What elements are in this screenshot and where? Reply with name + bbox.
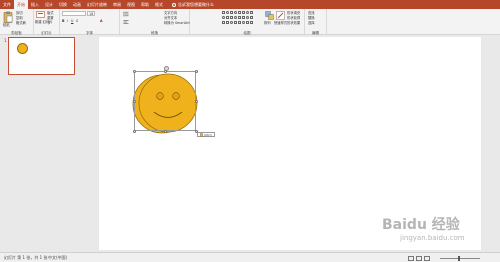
format-painter-button[interactable]: 格式刷 [16, 21, 26, 25]
align-text-button[interactable]: 对齐文本 [164, 16, 177, 20]
align-left-icon[interactable] [123, 19, 129, 25]
tab-insert[interactable]: 插入 [28, 0, 42, 9]
shape-outline-button[interactable]: 形状轮廓 [287, 16, 300, 20]
quick-styles-icon[interactable] [276, 11, 285, 20]
language-status[interactable]: 中文(中国) [48, 255, 67, 261]
new-slide-icon[interactable] [36, 11, 45, 19]
font-group-label: 字体 [86, 31, 93, 35]
paragraph-group-label: 段落 [151, 31, 158, 35]
paragraph-group: 文字方向 对齐文本 转换为 SmartArt 段落 [120, 9, 190, 35]
clipboard-group: 粘贴 剪切 复制 格式刷 剪贴板 [0, 9, 34, 35]
editing-group: 查找 替换 选择 编辑 [305, 9, 327, 35]
shapes-gallery[interactable] [222, 11, 262, 27]
paste-options-label: (Ctrl) [204, 132, 212, 137]
ribbon-tab-bar: 文件 开始 插入 设计 切换 动画 幻灯片放映 审阅 视图 帮助 格式 告诉我您… [0, 0, 500, 9]
status-bar: 幻灯片 第 1 张，共 1 张 中文(中国) [0, 252, 500, 262]
section-button[interactable]: 节 [47, 21, 50, 25]
zoom-slider-knob[interactable] [458, 255, 460, 261]
drawing-group: 排列 快速样式 形状填充 形状轮廓 形状效果 绘图 [190, 9, 305, 35]
font-name-select[interactable] [62, 11, 86, 16]
resize-handle-sw[interactable] [132, 129, 136, 133]
ribbon: 粘贴 剪切 复制 格式刷 剪贴板 新建 幻灯片 版式 重置 节 幻灯片 18 B… [0, 9, 500, 35]
font-size-select[interactable]: 18 [87, 11, 95, 16]
slide-sorter-button[interactable] [416, 255, 422, 261]
search-icon [172, 2, 176, 7]
tab-format[interactable]: 格式 [152, 0, 166, 9]
tab-home[interactable]: 开始 [14, 0, 28, 9]
clipboard-group-label: 剪贴板 [11, 31, 22, 35]
shape-fill-button[interactable]: 形状填充 [287, 11, 300, 15]
watermark-brand: Baidu 经验 [382, 217, 460, 233]
font-group: 18 B I U S A 字体 [60, 9, 120, 35]
arrange-label[interactable]: 排列 [264, 21, 271, 25]
clipboard-icon [200, 132, 203, 137]
quick-styles-label[interactable]: 快速样式 [274, 21, 287, 25]
replace-button[interactable]: 替换 [308, 16, 315, 20]
copy-button[interactable]: 复制 [16, 16, 23, 20]
paste-options-button[interactable]: (Ctrl) [197, 132, 215, 137]
tab-review[interactable]: 审阅 [110, 0, 124, 9]
tab-animations[interactable]: 动画 [70, 0, 84, 9]
tab-design[interactable]: 设计 [42, 0, 56, 9]
zoom-slider[interactable] [440, 257, 480, 259]
tab-slideshow[interactable]: 幻灯片放映 [84, 0, 110, 9]
tab-help[interactable]: 帮助 [138, 0, 152, 9]
thumbnail-smiley [17, 43, 28, 54]
text-direction-button[interactable]: 文字方向 [164, 11, 177, 15]
strikethrough-button[interactable]: S [76, 19, 78, 23]
cut-button[interactable]: 剪切 [16, 11, 23, 15]
resize-handle-ne[interactable] [194, 69, 198, 73]
find-button[interactable]: 查找 [308, 11, 315, 15]
slide-thumbnail[interactable] [8, 37, 75, 75]
resize-handle-e[interactable] [194, 99, 198, 103]
resize-handle-s[interactable] [163, 129, 167, 133]
selection-box [134, 71, 196, 131]
shape-effects-button[interactable]: 形状效果 [287, 21, 300, 25]
slide-count-status: 幻灯片 第 1 张，共 1 张 [4, 255, 48, 260]
bullets-icon[interactable] [123, 11, 129, 17]
paste-icon[interactable] [3, 11, 13, 23]
resize-handle-n[interactable] [163, 69, 167, 73]
select-button[interactable]: 选择 [308, 21, 315, 25]
layout-button[interactable]: 版式 [47, 11, 54, 15]
smartart-button[interactable]: 转换为 SmartArt [164, 21, 190, 25]
bold-button[interactable]: B [62, 19, 65, 23]
tell-me-box[interactable]: 告诉我您想要做什么 [172, 2, 214, 8]
resize-handle-nw[interactable] [132, 69, 136, 73]
resize-handle-w[interactable] [132, 99, 136, 103]
arrange-icon[interactable] [265, 11, 274, 20]
font-color-button[interactable]: A [100, 19, 103, 23]
watermark-url: jingyan.baidu.com [400, 234, 465, 242]
italic-button[interactable]: I [67, 19, 68, 23]
tab-file[interactable]: 文件 [0, 0, 14, 9]
paste-label[interactable]: 粘贴 [3, 23, 10, 27]
normal-view-button[interactable] [408, 255, 414, 261]
watermark: Baidu 经验 jingyan.baidu.com [372, 212, 482, 252]
underline-button[interactable]: U [71, 19, 73, 23]
tab-view[interactable]: 视图 [124, 0, 138, 9]
slides-group: 新建 幻灯片 版式 重置 节 幻灯片 [34, 9, 60, 35]
slides-group-label: 幻灯片 [41, 31, 52, 35]
thumbnail-number: 1 [4, 38, 7, 43]
tell-me-text: 告诉我您想要做什么 [178, 1, 214, 7]
tab-transitions[interactable]: 切换 [56, 0, 70, 9]
reset-button[interactable]: 重置 [47, 16, 54, 20]
editing-group-label: 编辑 [312, 31, 319, 35]
reading-view-button[interactable] [424, 255, 430, 261]
drawing-group-label: 绘图 [243, 31, 251, 35]
